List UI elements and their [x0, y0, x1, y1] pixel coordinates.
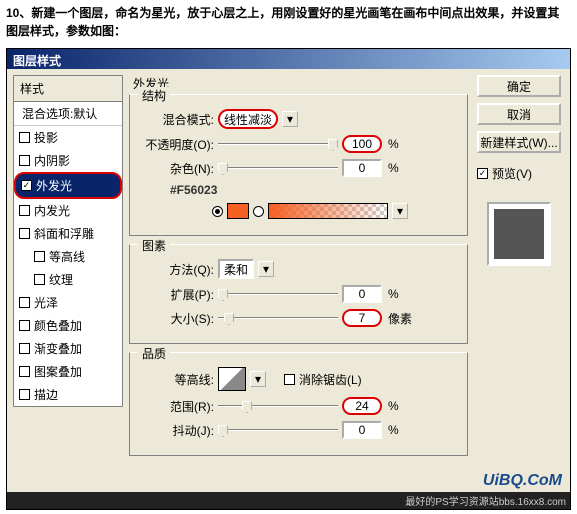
spread-input[interactable]: 0 [342, 285, 382, 303]
checkbox-icon[interactable] [34, 251, 45, 262]
blend-mode-label: 混合模式: [136, 111, 214, 128]
checkbox-icon[interactable] [34, 274, 45, 285]
color-hex-label: #F56023 [170, 183, 217, 197]
opacity-slider[interactable] [218, 135, 338, 153]
size-slider[interactable] [218, 309, 338, 327]
blend-mode-dropdown[interactable]: 线性减淡 [218, 109, 278, 129]
structure-label: 结构 [138, 87, 170, 104]
noise-unit: % [388, 161, 399, 175]
size-input[interactable]: 7 [342, 309, 382, 327]
cancel-button[interactable]: 取消 [477, 103, 561, 125]
style-inner-shadow[interactable]: 内阴影 [14, 149, 122, 172]
structure-group: 结构 混合模式: 线性减淡 ▾ 不透明度(O): 100 % 杂色(N): 0 … [129, 94, 468, 236]
style-contour[interactable]: 等高线 [14, 245, 122, 268]
footer-text: 最好的PS学习资源站bbs.16xx8.com [7, 492, 570, 509]
chevron-down-icon[interactable]: ▾ [258, 261, 274, 277]
styles-panel: 样式 混合选项:默认 投影 内阴影 ✓外发光 内发光 斜面和浮雕 等高线 纹理 … [13, 75, 123, 464]
opacity-label: 不透明度(O): [136, 136, 214, 153]
checkbox-icon[interactable] [19, 320, 30, 331]
jitter-unit: % [388, 423, 399, 437]
preview-label: 预览(V) [492, 165, 532, 182]
checkbox-icon[interactable] [19, 389, 30, 400]
outer-glow-title: 外发光 [129, 75, 468, 92]
checkbox-icon[interactable] [19, 343, 30, 354]
blend-options-item[interactable]: 混合选项:默认 [14, 102, 122, 126]
chevron-down-icon[interactable]: ▾ [282, 111, 298, 127]
technique-label: 方法(Q): [136, 261, 214, 278]
color-swatch[interactable] [227, 203, 249, 219]
quality-group: 品质 等高线: ▾ 消除锯齿(L) 范围(R): 24 % 抖动(J): [129, 352, 468, 456]
noise-slider[interactable] [218, 159, 338, 177]
style-gradient-overlay[interactable]: 渐变叠加 [14, 337, 122, 360]
size-unit: 像素 [388, 310, 412, 327]
preview-checkbox[interactable]: ✓ [477, 168, 488, 179]
spread-unit: % [388, 287, 399, 301]
instruction-text: 10、新建一个图层，命名为星光，放于心层之上，用刚设置好的星光画笔在画布中间点出… [0, 0, 577, 44]
spread-label: 扩展(P): [136, 286, 214, 303]
new-style-button[interactable]: 新建样式(W)... [477, 131, 561, 153]
layer-style-dialog: 图层样式 样式 混合选项:默认 投影 内阴影 ✓外发光 内发光 斜面和浮雕 等高… [6, 48, 571, 510]
checkbox-icon[interactable] [19, 155, 30, 166]
styles-header[interactable]: 样式 [14, 76, 122, 102]
style-texture[interactable]: 纹理 [14, 268, 122, 291]
style-inner-glow[interactable]: 内发光 [14, 199, 122, 222]
noise-label: 杂色(N): [136, 160, 214, 177]
elements-group: 图素 方法(Q): 柔和 ▾ 扩展(P): 0 % 大小(S): 7 像素 [129, 244, 468, 344]
watermark-logo: UiBQ.CoM [7, 470, 570, 492]
color-radio[interactable] [212, 206, 223, 217]
jitter-label: 抖动(J): [136, 422, 214, 439]
antialias-label: 消除锯齿(L) [299, 371, 362, 388]
checkbox-icon[interactable] [19, 228, 30, 239]
style-outer-glow[interactable]: ✓外发光 [14, 172, 122, 199]
checkbox-icon[interactable] [19, 132, 30, 143]
style-stroke[interactable]: 描边 [14, 383, 122, 406]
jitter-input[interactable]: 0 [342, 421, 382, 439]
preview-box [487, 202, 551, 266]
style-bevel-emboss[interactable]: 斜面和浮雕 [14, 222, 122, 245]
jitter-slider[interactable] [218, 421, 338, 439]
range-input[interactable]: 24 [342, 397, 382, 415]
elements-label: 图素 [138, 237, 170, 254]
settings-panel: 外发光 结构 混合模式: 线性减淡 ▾ 不透明度(O): 100 % 杂色(N)… [129, 75, 468, 464]
chevron-down-icon[interactable]: ▾ [392, 203, 408, 219]
dialog-titlebar: 图层样式 [7, 49, 570, 69]
quality-label: 品质 [138, 345, 170, 362]
right-panel: 确定 取消 新建样式(W)... ✓ 预览(V) [474, 75, 564, 464]
range-unit: % [388, 399, 399, 413]
gradient-radio[interactable] [253, 206, 264, 217]
size-label: 大小(S): [136, 310, 214, 327]
gradient-swatch[interactable] [268, 203, 388, 219]
opacity-unit: % [388, 137, 399, 151]
range-label: 范围(R): [136, 398, 214, 415]
range-slider[interactable] [218, 397, 338, 415]
spread-slider[interactable] [218, 285, 338, 303]
checkbox-icon[interactable]: ✓ [21, 180, 32, 191]
contour-swatch[interactable] [218, 367, 246, 391]
checkbox-icon[interactable] [19, 297, 30, 308]
noise-input[interactable]: 0 [342, 159, 382, 177]
style-color-overlay[interactable]: 颜色叠加 [14, 314, 122, 337]
style-pattern-overlay[interactable]: 图案叠加 [14, 360, 122, 383]
contour-label: 等高线: [136, 371, 214, 388]
checkbox-icon[interactable] [19, 366, 30, 377]
technique-dropdown[interactable]: 柔和 [218, 259, 254, 279]
style-satin[interactable]: 光泽 [14, 291, 122, 314]
style-drop-shadow[interactable]: 投影 [14, 126, 122, 149]
chevron-down-icon[interactable]: ▾ [250, 371, 266, 387]
opacity-input[interactable]: 100 [342, 135, 382, 153]
checkbox-icon[interactable] [19, 205, 30, 216]
ok-button[interactable]: 确定 [477, 75, 561, 97]
antialias-checkbox[interactable] [284, 374, 295, 385]
